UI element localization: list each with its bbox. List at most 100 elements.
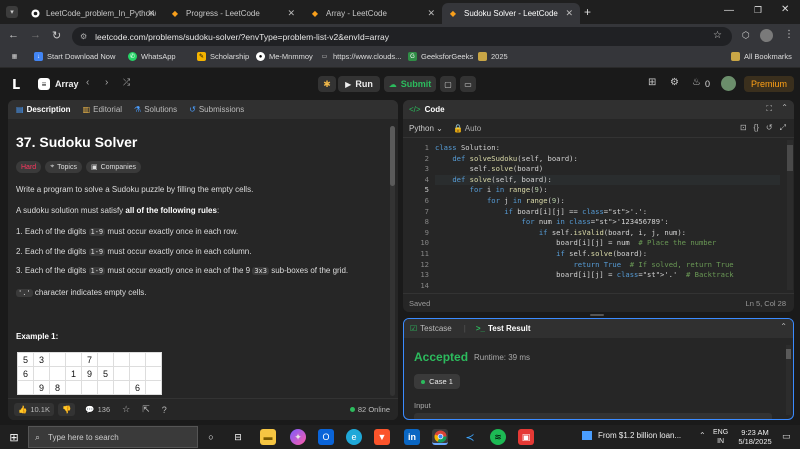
shuffle-icon[interactable]: ⤮ <box>123 77 130 88</box>
forward-icon[interactable]: → <box>30 29 41 41</box>
bookmark-apps[interactable]: ▦ <box>10 52 23 61</box>
scrollbar-thumb[interactable] <box>786 349 791 359</box>
braces-icon[interactable]: {} <box>754 123 759 133</box>
leetcode-logo-icon[interactable]: ᒪ <box>12 77 20 93</box>
notification-icon[interactable]: ▭ <box>782 431 791 442</box>
close-window-button[interactable]: ✕ <box>781 4 789 15</box>
reset-icon[interactable]: ↺ <box>766 123 773 133</box>
collapse-icon[interactable]: ⌃ <box>780 322 787 331</box>
expand-icon[interactable]: ⛶ <box>766 104 772 114</box>
taskbar-search[interactable]: ⌕ Type here to search <box>28 426 198 448</box>
bookmark-scholarship[interactable]: ✎ Scholarship <box>197 52 249 61</box>
bookmark-icon[interactable]: ⊡ <box>740 123 747 133</box>
result-scrollbar[interactable] <box>786 345 791 415</box>
description-scrollbar[interactable] <box>390 126 395 396</box>
tab-test-result[interactable]: >_ Test Result <box>476 324 531 333</box>
scrollbar-thumb[interactable] <box>390 126 395 186</box>
bookmark-me-mnmmoy[interactable]: ● Me-Mnmmoy <box>256 52 313 61</box>
reload-icon[interactable]: ↻ <box>52 29 61 42</box>
share-icon[interactable]: ⇱ <box>142 404 150 415</box>
scrollbar-thumb[interactable] <box>787 145 793 171</box>
close-icon[interactable]: ✕ <box>427 8 435 19</box>
outlook-icon[interactable]: O <box>318 429 334 445</box>
problem-list-icon[interactable]: ≡ <box>38 78 50 90</box>
collapse-icon[interactable]: ⌃ <box>781 103 788 112</box>
search-icon: ⌕ <box>35 431 41 442</box>
profile-avatar[interactable] <box>760 29 773 42</box>
run-button[interactable]: ▶ Run <box>338 76 380 92</box>
edge-icon[interactable]: e <box>346 429 362 445</box>
language-select[interactable]: Python ⌄ <box>409 124 443 133</box>
layout-icon[interactable]: ⊞ <box>648 77 656 88</box>
bookmark-geeksforgeeks[interactable]: G GeeksforGeeks <box>408 52 473 61</box>
user-avatar[interactable] <box>721 76 736 91</box>
submit-button[interactable]: ☁ Submit <box>384 76 436 92</box>
code-editor[interactable]: class Solution: def solveSudoku(self, bo… <box>435 143 780 289</box>
like-button[interactable]: 👍 10.1K <box>14 403 54 416</box>
editor-scrollbar[interactable] <box>787 140 793 290</box>
bookmark-start-download[interactable]: ↓ Start Download Now <box>34 52 115 61</box>
topics-button[interactable]: ⌖ Topics <box>45 161 82 173</box>
debug-button[interactable]: ✱ <box>318 76 336 92</box>
widgets-icon[interactable]: ⊟ <box>230 429 246 445</box>
case-1-button[interactable]: Case 1 <box>414 374 460 389</box>
browser-tab-progress[interactable]: ◆ Progress - LeetCode ✕ <box>164 3 302 24</box>
streak-fire-icon[interactable]: ♨ <box>692 77 701 88</box>
windows-start-icon[interactable]: ⊞ <box>6 429 22 445</box>
comment-icon: 💬 <box>85 405 95 414</box>
tab-editorial[interactable]: ▥ Editorial <box>83 105 122 114</box>
tab-submissions[interactable]: ↺ Submissions <box>189 105 244 114</box>
help-icon[interactable]: ? <box>162 405 167 415</box>
brave-icon[interactable]: ▼ <box>374 429 390 445</box>
vscode-icon[interactable]: ≺ <box>462 429 478 445</box>
site-info-icon[interactable]: ⚙ <box>80 32 87 41</box>
chrome-icon[interactable] <box>432 429 448 445</box>
address-bar[interactable]: ⚙ leetcode.com/problems/sudoku-solver/?e… <box>72 27 732 46</box>
language-indicator[interactable]: ENG IN <box>713 428 728 446</box>
tab-description[interactable]: ▤ Description <box>16 105 71 114</box>
fullscreen-icon[interactable]: ⤢ <box>780 123 786 133</box>
close-icon[interactable]: ✕ <box>287 8 295 19</box>
bookmark-2025[interactable]: 2025 <box>478 52 508 61</box>
browser-tab-array[interactable]: ◆ Array - LeetCode ✕ <box>304 3 442 24</box>
whiteboard-button[interactable]: ▭ <box>460 76 476 92</box>
next-problem-icon[interactable]: › <box>105 77 108 88</box>
bookmark-star-icon[interactable]: ☆ <box>713 30 722 41</box>
back-icon[interactable]: ← <box>8 29 19 41</box>
problem-list-name[interactable]: Array <box>55 79 79 89</box>
companies-button[interactable]: ▣ Companies <box>85 161 142 173</box>
bookmark-whatsapp[interactable]: ✆ WhatsApp <box>128 52 176 61</box>
linkedin-icon[interactable]: in <box>404 429 420 445</box>
new-tab-button[interactable]: + <box>584 5 591 19</box>
maximize-button[interactable]: ❐ <box>754 5 762 16</box>
settings-icon[interactable]: ⚙ <box>670 77 679 88</box>
news-widget[interactable]: From $1.2 billion loan... <box>582 431 681 440</box>
premium-button[interactable]: Premium <box>744 76 794 92</box>
task-view-icon[interactable]: ○ <box>203 429 219 445</box>
dislike-button[interactable]: 👎 <box>57 403 76 416</box>
favorite-star-icon[interactable]: ☆ <box>122 404 130 415</box>
copilot-icon[interactable]: ✦ <box>290 429 306 445</box>
comments-button[interactable]: 💬 136 <box>85 405 110 414</box>
tab-search-icon[interactable]: ▾ <box>6 6 18 18</box>
minimize-button[interactable]: — <box>724 5 734 16</box>
menu-icon[interactable]: ⋮ <box>784 29 794 40</box>
panel-resize-handle[interactable] <box>590 314 604 316</box>
close-icon[interactable]: ✕ <box>147 8 155 19</box>
bookmark-clouds[interactable]: ▭ https://www.clouds... <box>320 52 402 61</box>
file-explorer-icon[interactable]: ▬ <box>260 429 276 445</box>
close-icon[interactable]: ✕ <box>565 8 573 19</box>
extensions-icon[interactable]: ⬡ <box>742 30 750 41</box>
prev-problem-icon[interactable]: ‹ <box>86 77 89 88</box>
tab-solutions[interactable]: ⚗ Solutions <box>134 105 177 114</box>
auto-mode[interactable]: 🔒 Auto <box>453 124 481 133</box>
all-bookmarks[interactable]: All Bookmarks <box>731 52 792 61</box>
browser-tab-github[interactable]: LeetCode_problem_In_Python/ ✕ <box>24 3 162 24</box>
spotify-icon[interactable]: ≋ <box>490 429 506 445</box>
media-app-icon[interactable]: ▣ <box>518 429 534 445</box>
browser-tab-sudoku[interactable]: ◆ Sudoku Solver - LeetCode ✕ <box>442 3 580 24</box>
clock[interactable]: 9:23 AM 5/18/2025 <box>733 428 777 446</box>
notes-button[interactable]: ▢ <box>440 76 456 92</box>
tray-overflow-icon[interactable]: ⌃ <box>699 431 706 440</box>
tab-testcase[interactable]: ☑ Testcase <box>410 324 452 333</box>
